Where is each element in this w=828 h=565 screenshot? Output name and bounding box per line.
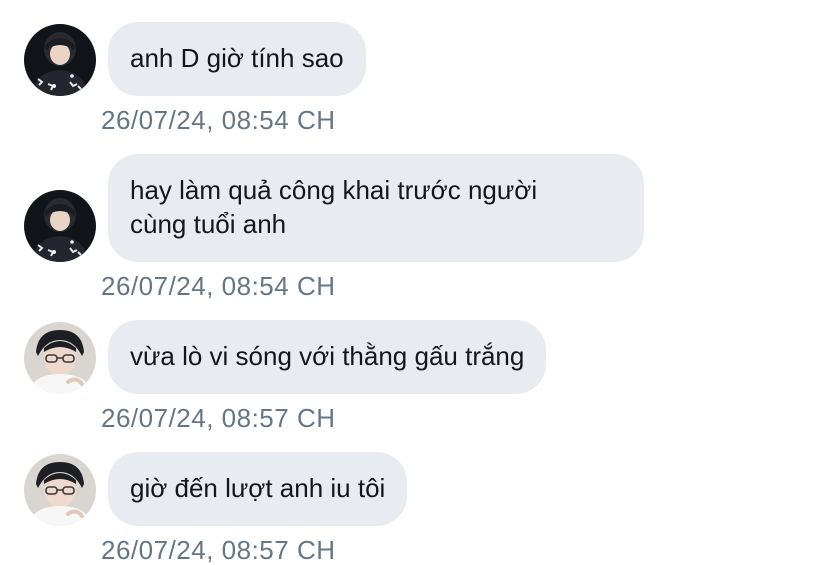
- message-timestamp: 26/07/24, 08:54 CH: [101, 105, 336, 135]
- message-text: vừa lò vi sóng với thằng gấu trắng: [130, 341, 525, 371]
- message-bubble[interactable]: hay làm quả công khai trước người cùng t…: [108, 154, 644, 262]
- avatar[interactable]: [24, 190, 96, 262]
- message-timestamp: 26/07/24, 08:57 CH: [101, 535, 336, 565]
- avatar[interactable]: [24, 24, 96, 96]
- message-text: giờ đến lượt anh iu tôi: [130, 473, 386, 503]
- avatar[interactable]: [24, 322, 96, 394]
- message-text: anh D giờ tính sao: [130, 43, 344, 73]
- message-bubble[interactable]: anh D giờ tính sao: [108, 22, 366, 96]
- message-text-line: cùng tuổi anh: [130, 209, 287, 239]
- message-bubble[interactable]: giờ đến lượt anh iu tôi: [108, 452, 408, 526]
- message-timestamp: 26/07/24, 08:57 CH: [101, 403, 336, 433]
- message-text-line: hay làm quả công khai trước người: [130, 175, 538, 205]
- avatar[interactable]: [24, 454, 96, 526]
- message-timestamp: 26/07/24, 08:54 CH: [101, 271, 336, 301]
- message-bubble[interactable]: vừa lò vi sóng với thằng gấu trắng: [108, 320, 547, 394]
